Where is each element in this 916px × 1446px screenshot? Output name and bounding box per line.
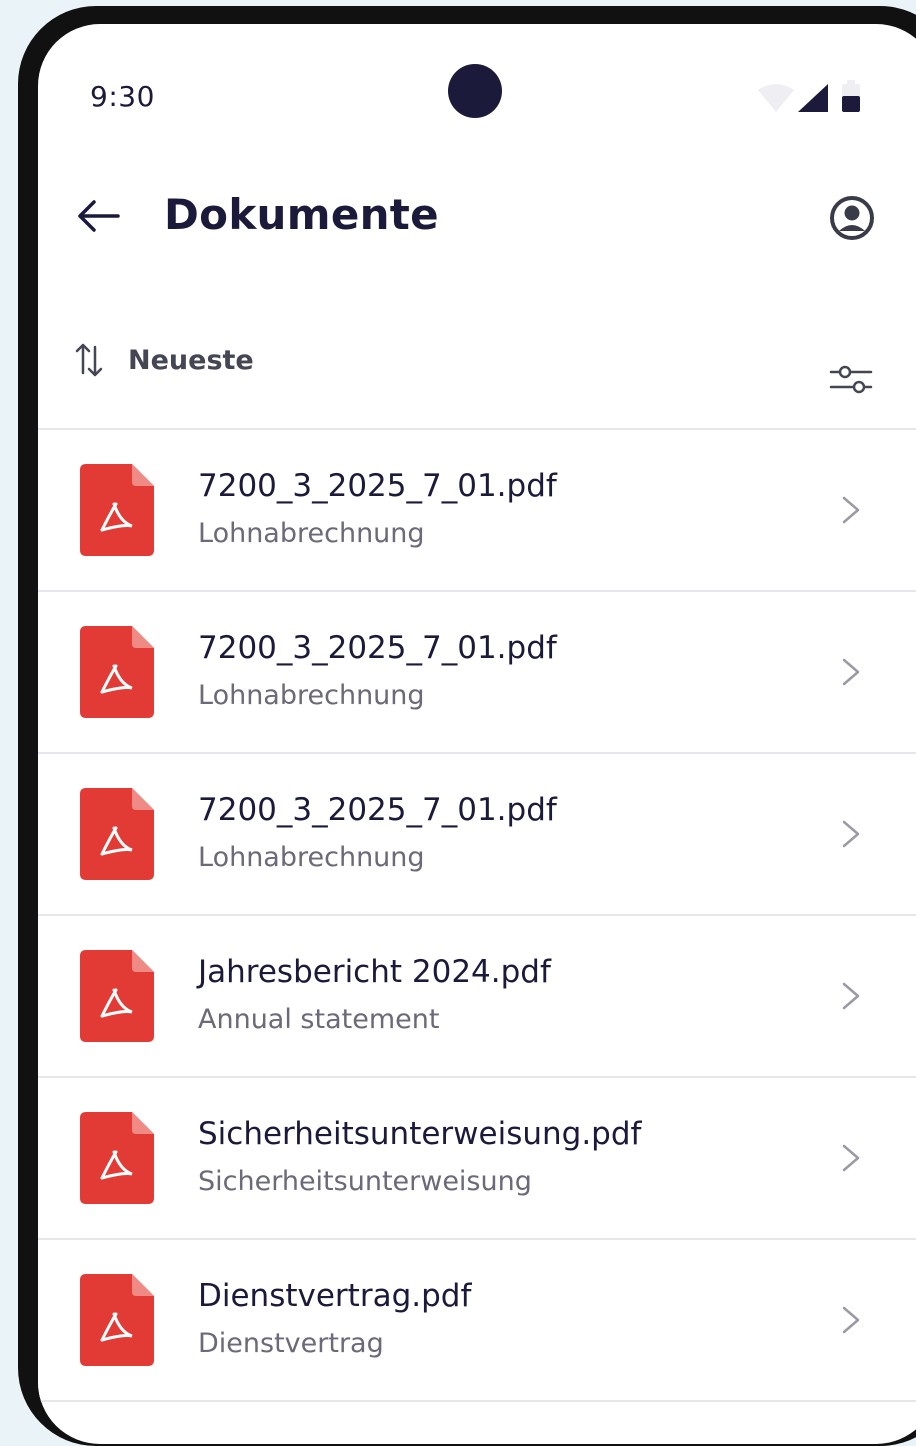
document-type: Lohnabrechnung xyxy=(198,518,425,549)
document-row[interactable]: 7200_3_2025_7_01.pdf Lohnabrechnung xyxy=(38,430,916,592)
document-name: Sicherheitsunterweisung.pdf xyxy=(198,1116,642,1152)
document-name: 7200_3_2025_7_01.pdf xyxy=(198,630,557,666)
chevron-right-icon xyxy=(842,820,860,848)
account-circle-icon xyxy=(830,196,874,240)
document-row[interactable]: 7200_3_2025_7_01.pdf Lohnabrechnung xyxy=(38,592,916,754)
sort-label: Neueste xyxy=(128,344,254,376)
document-row[interactable]: Dienstvertrag.pdf Dienstvertrag xyxy=(38,1240,916,1402)
wifi-icon xyxy=(758,84,794,112)
pdf-file-icon xyxy=(80,464,154,556)
document-type: Lohnabrechnung xyxy=(198,680,425,711)
pdf-file-icon xyxy=(80,788,154,880)
document-name: 7200_3_2025_7_01.pdf xyxy=(198,468,557,504)
pdf-file-icon xyxy=(80,1112,154,1204)
arrow-left-icon xyxy=(78,200,120,232)
chevron-right-icon xyxy=(842,1306,860,1334)
document-row[interactable]: 7200_3_2025_7_01.pdf Lohnabrechnung xyxy=(38,754,916,916)
status-icons xyxy=(756,80,876,120)
document-type: Annual statement xyxy=(198,1004,440,1035)
status-time: 9:30 xyxy=(90,80,155,113)
document-type: Lohnabrechnung xyxy=(198,842,425,873)
document-name: Dienstvertrag.pdf xyxy=(198,1278,472,1314)
chevron-right-icon xyxy=(842,1144,860,1172)
chevron-right-icon xyxy=(842,982,860,1010)
sort-button[interactable]: Neueste xyxy=(74,340,254,380)
document-type: Sicherheitsunterweisung xyxy=(198,1166,532,1197)
page-title: Dokumente xyxy=(164,190,439,239)
pdf-file-icon xyxy=(80,626,154,718)
chevron-right-icon xyxy=(842,496,860,524)
chevron-right-icon xyxy=(842,658,860,686)
document-name: Jahresbericht 2024.pdf xyxy=(198,954,551,990)
document-row[interactable]: Jahresbericht 2024.pdf Annual statement xyxy=(38,916,916,1078)
document-name: 7200_3_2025_7_01.pdf xyxy=(198,792,557,828)
profile-button[interactable] xyxy=(824,190,880,246)
document-list: 7200_3_2025_7_01.pdf Lohnabrechnung 7200… xyxy=(38,430,916,1402)
pdf-file-icon xyxy=(80,1274,154,1366)
front-camera xyxy=(448,64,502,118)
signal-icon xyxy=(798,84,828,112)
document-type: Dienstvertrag xyxy=(198,1328,384,1359)
back-button[interactable] xyxy=(68,186,128,246)
app-screen: 9:30 Dokumente Neueste 7200_3_2025_7_01.… xyxy=(38,24,916,1444)
battery-icon xyxy=(842,80,860,112)
pdf-file-icon xyxy=(80,950,154,1042)
sort-arrows-icon xyxy=(75,343,103,377)
document-row[interactable]: Sicherheitsunterweisung.pdf Sicherheitsu… xyxy=(38,1078,916,1240)
filter-button[interactable] xyxy=(826,354,876,404)
sliders-icon xyxy=(829,365,873,394)
